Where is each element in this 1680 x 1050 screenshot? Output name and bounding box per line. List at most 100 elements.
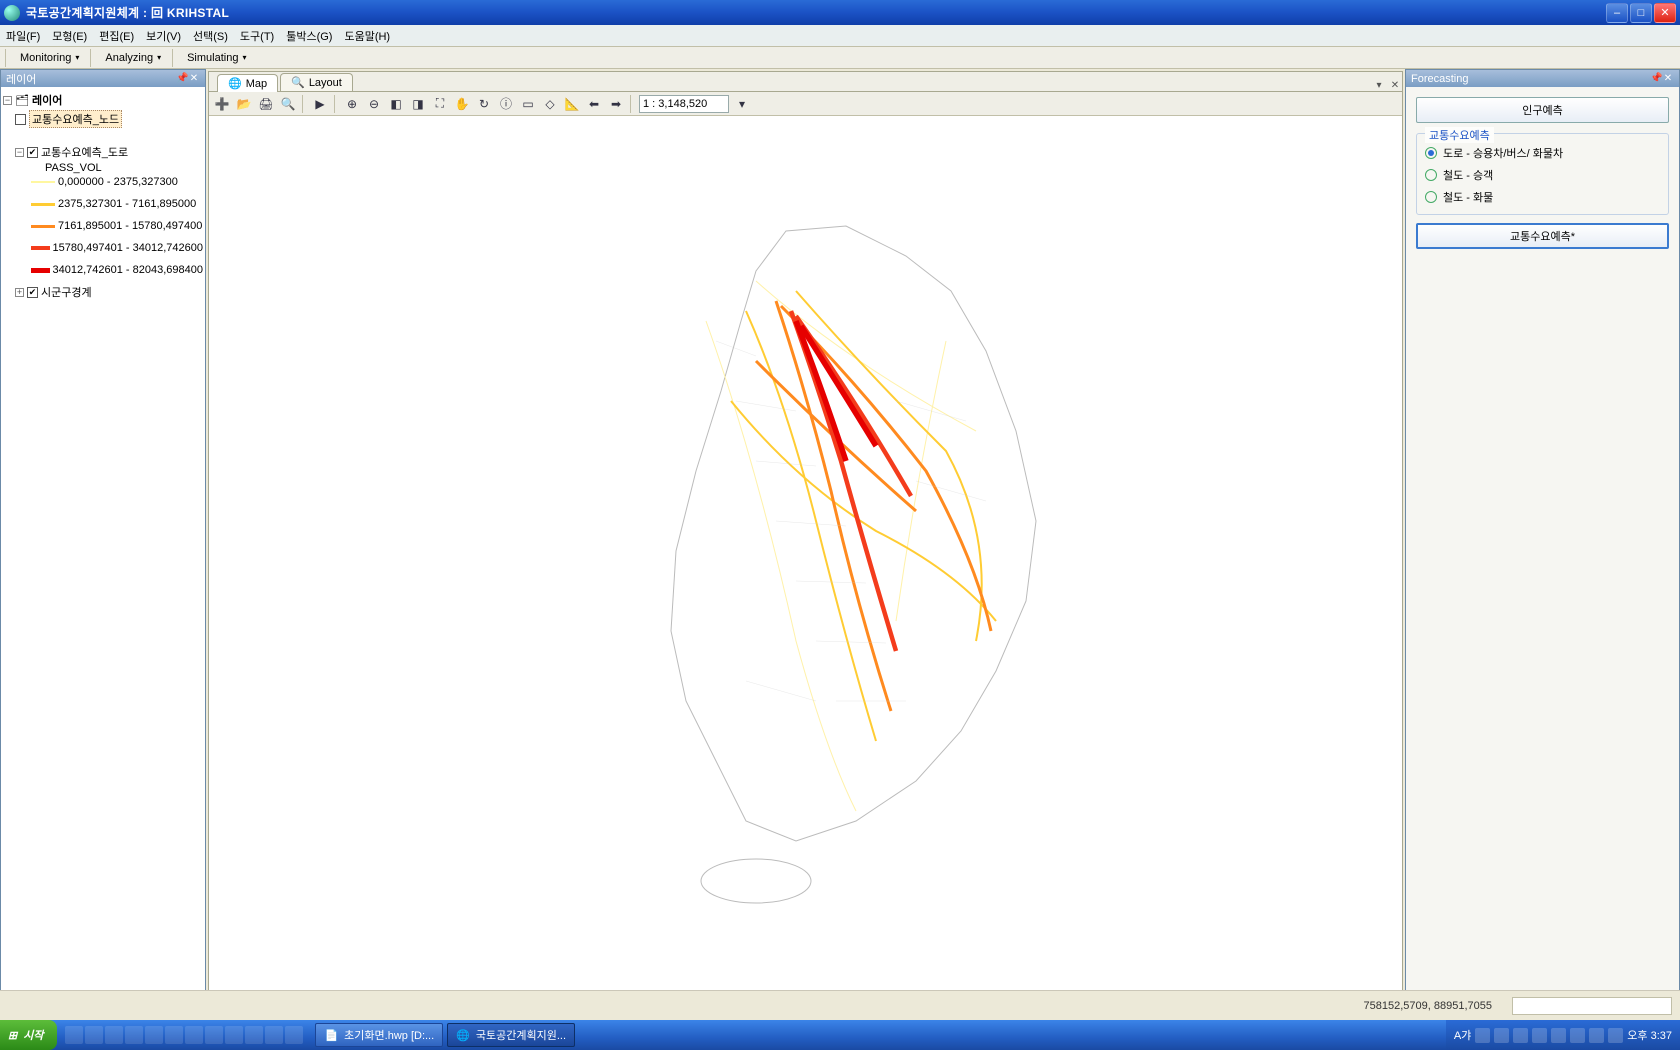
module-simulating[interactable]: Simulating▾ xyxy=(179,49,254,67)
radio-rail-passenger[interactable]: 철도 - 승객 xyxy=(1425,164,1660,186)
legend-range: 0,000000 - 2375,327300 xyxy=(58,176,178,188)
expander-icon[interactable]: + xyxy=(15,288,24,297)
close-icon[interactable]: ✕ xyxy=(1662,73,1674,84)
expander-icon[interactable]: − xyxy=(15,148,24,157)
map-canvas[interactable] xyxy=(209,116,1402,995)
taskbar-item[interactable]: 🌐국토공간계획지원... xyxy=(447,1023,575,1047)
menu-toolbox[interactable]: 툴박스(G) xyxy=(286,28,332,44)
module-analyzing[interactable]: Analyzing▾ xyxy=(97,49,169,67)
ql-icon[interactable] xyxy=(265,1026,283,1044)
dropdown-icon[interactable]: ▾ xyxy=(1372,80,1386,91)
ql-icon[interactable] xyxy=(165,1026,183,1044)
pan-icon[interactable]: ✋ xyxy=(453,95,471,113)
ql-icon[interactable] xyxy=(105,1026,123,1044)
start-button[interactable]: ⊞시작 xyxy=(0,1020,57,1050)
clear-selection-icon[interactable]: ◇ xyxy=(541,95,559,113)
tray-icon[interactable] xyxy=(1494,1028,1509,1043)
population-forecast-button[interactable]: 인구예측 xyxy=(1416,97,1669,123)
forward-icon[interactable]: ➡ xyxy=(607,95,625,113)
menu-view[interactable]: 보기(V) xyxy=(146,28,181,44)
full-extent-icon[interactable]: ⛶ xyxy=(431,95,449,113)
ime-indicator[interactable]: A갸 xyxy=(1454,1027,1471,1043)
ql-icon[interactable] xyxy=(245,1026,263,1044)
radio-rail-freight[interactable]: 철도 - 화물 xyxy=(1425,186,1660,208)
refresh-icon[interactable]: ↻ xyxy=(475,95,493,113)
layer-panel: 레이어 📌 ✕ −🗂레이어 교통수요예측_노드 −✔교통수요예측_도로 PASS… xyxy=(0,69,206,1020)
scale-input[interactable]: 1 : 3,148,520 xyxy=(639,95,729,113)
clock[interactable]: 오후 3:37 xyxy=(1627,1027,1672,1043)
legend-swatch xyxy=(31,268,50,273)
menu-model[interactable]: 모형(E) xyxy=(52,28,87,44)
menubar: 파일(F) 모형(E) 편집(E) 보기(V) 선택(S) 도구(T) 툴박스(… xyxy=(0,25,1680,47)
chevron-down-icon[interactable]: ▾ xyxy=(733,95,751,113)
print-icon[interactable]: 🖨 xyxy=(257,95,275,113)
tray-icon[interactable] xyxy=(1589,1028,1604,1043)
open-icon[interactable]: 📂 xyxy=(235,95,253,113)
tray-icon[interactable] xyxy=(1551,1028,1566,1043)
layer-field-name: PASS_VOL xyxy=(45,162,102,174)
minimize-button[interactable]: ‒ xyxy=(1606,3,1628,23)
forecast-panel-header[interactable]: Forecasting 📌 ✕ xyxy=(1406,70,1679,87)
layer-node[interactable]: 교통수요예측_노드 xyxy=(29,110,122,128)
forecast-panel: Forecasting 📌 ✕ 인구예측 교통수요예측 도로 - 승용차/버스/… xyxy=(1405,69,1680,1020)
menu-help[interactable]: 도움말(H) xyxy=(344,28,390,44)
layer-panel-header[interactable]: 레이어 📌 ✕ xyxy=(1,70,205,87)
menu-file[interactable]: 파일(F) xyxy=(6,28,40,44)
close-tab-icon[interactable]: ✕ xyxy=(1388,80,1402,91)
ql-icon[interactable] xyxy=(125,1026,143,1044)
maximize-button[interactable]: □ xyxy=(1630,3,1652,23)
pointer-icon[interactable]: ▶ xyxy=(311,95,329,113)
expander-icon[interactable]: − xyxy=(3,96,12,105)
ql-icon[interactable] xyxy=(145,1026,163,1044)
layers-root-icon: 🗂 xyxy=(15,94,29,107)
ql-icon[interactable] xyxy=(85,1026,103,1044)
pin-icon[interactable]: 📌 xyxy=(1650,73,1662,84)
checkbox[interactable] xyxy=(15,114,26,125)
ql-icon[interactable] xyxy=(65,1026,83,1044)
radio-road[interactable]: 도로 - 승용차/버스/ 화물차 xyxy=(1425,142,1660,164)
menu-select[interactable]: 선택(S) xyxy=(193,28,228,44)
fixed-zoom-in-icon[interactable]: ◧ xyxy=(387,95,405,113)
checkbox[interactable]: ✔ xyxy=(27,147,38,158)
menu-edit[interactable]: 편집(E) xyxy=(99,28,134,44)
chevron-down-icon: ▾ xyxy=(157,53,161,62)
tray-icon[interactable] xyxy=(1513,1028,1528,1043)
pin-icon[interactable]: 📌 xyxy=(176,73,188,84)
traffic-forecast-button[interactable]: 교통수요예측* xyxy=(1416,223,1669,249)
layer-tree[interactable]: −🗂레이어 교통수요예측_노드 −✔교통수요예측_도로 PASS_VOL 0,0… xyxy=(1,87,205,1019)
separator xyxy=(5,49,9,67)
taskbar-tasks: 📄초기화면.hwp [D:... 🌐국토공간계획지원... xyxy=(311,1023,1445,1047)
back-icon[interactable]: ⬅ xyxy=(585,95,603,113)
titlebar: 국토공간계획지원체계 : 回 KRIHSTAL ‒ □ ✕ xyxy=(0,0,1680,25)
close-icon[interactable]: ✕ xyxy=(188,73,200,84)
tray-icon[interactable] xyxy=(1532,1028,1547,1043)
tray-icon[interactable] xyxy=(1570,1028,1585,1043)
fixed-zoom-out-icon[interactable]: ◨ xyxy=(409,95,427,113)
taskbar-item[interactable]: 📄초기화면.hwp [D:... xyxy=(315,1023,443,1047)
menu-tool[interactable]: 도구(T) xyxy=(240,28,274,44)
coordinates-readout: 758152,5709, 88951,7055 xyxy=(1364,1000,1492,1012)
windows-taskbar: ⊞시작 📄초기화면.hwp [D:... 🌐국토공간계획지원... A갸 오후 … xyxy=(0,1020,1680,1050)
tab-layout[interactable]: 🔍Layout xyxy=(280,73,353,91)
ql-icon[interactable] xyxy=(285,1026,303,1044)
ql-icon[interactable] xyxy=(185,1026,203,1044)
find-icon[interactable]: 🔍 xyxy=(279,95,297,113)
ql-icon[interactable] xyxy=(205,1026,223,1044)
layer-boundary[interactable]: 시군구경계 xyxy=(41,284,92,300)
module-monitoring[interactable]: Monitoring▾ xyxy=(12,49,87,67)
hwp-icon: 📄 xyxy=(324,1029,338,1042)
tray-icon[interactable] xyxy=(1475,1028,1490,1043)
layer-road[interactable]: 교통수요예측_도로 xyxy=(41,144,128,160)
close-button[interactable]: ✕ xyxy=(1654,3,1676,23)
tray-icon[interactable] xyxy=(1608,1028,1623,1043)
tab-map[interactable]: 🌐Map xyxy=(217,74,278,92)
zoom-in-icon[interactable]: ⊕ xyxy=(343,95,361,113)
ql-icon[interactable] xyxy=(225,1026,243,1044)
measure-icon[interactable]: 📐 xyxy=(563,95,581,113)
select-icon[interactable]: ▭ xyxy=(519,95,537,113)
zoom-out-icon[interactable]: ⊖ xyxy=(365,95,383,113)
identify-icon[interactable]: ⓘ xyxy=(497,95,515,113)
checkbox[interactable]: ✔ xyxy=(27,287,38,298)
add-data-icon[interactable]: ➕ xyxy=(213,95,231,113)
layers-root-label: 레이어 xyxy=(32,92,62,108)
